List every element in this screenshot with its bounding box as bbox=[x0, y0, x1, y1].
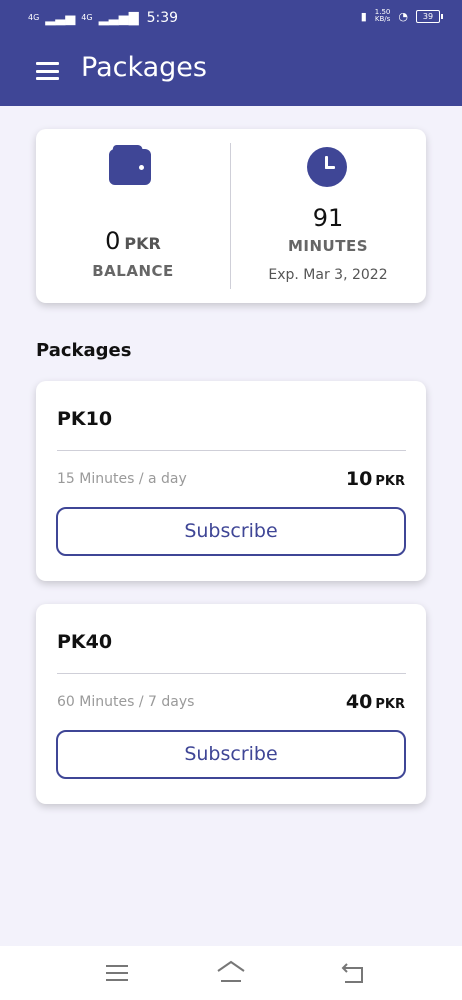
status-time: 5:39 bbox=[146, 10, 179, 26]
package-card: PK10 15 Minutes / a day 10 PKR Subscribe bbox=[36, 381, 426, 581]
package-divider bbox=[57, 673, 406, 674]
page-title: Packages bbox=[81, 52, 207, 83]
clock-icon bbox=[307, 147, 347, 187]
package-price-value: 40 bbox=[345, 691, 373, 713]
system-nav-bar bbox=[0, 946, 462, 1000]
package-card: PK40 60 Minutes / 7 days 40 PKR Subscribe bbox=[36, 604, 426, 804]
battery-icon: 39 bbox=[416, 9, 443, 23]
subscribe-button[interactable]: Subscribe bbox=[56, 507, 406, 556]
back-icon[interactable] bbox=[341, 962, 365, 984]
balance-unit: PKR bbox=[124, 234, 161, 253]
subscribe-button[interactable]: Subscribe bbox=[56, 730, 406, 779]
balance-card: 0 PKR BALANCE 91 MINUTES Exp. Mar 3, 2022 bbox=[36, 129, 426, 303]
app-header: 4G ▂▃▅ 4G ▂▃▅▇ 5:39 ▮ 1.50 KB/s ◔ 39 Pack… bbox=[0, 0, 462, 106]
signal-icon: 4G bbox=[28, 13, 40, 22]
package-price-unit: PKR bbox=[375, 474, 405, 489]
home-icon[interactable] bbox=[216, 960, 246, 984]
package-divider bbox=[57, 450, 406, 451]
wallet-icon bbox=[109, 149, 151, 185]
section-title: Packages bbox=[36, 340, 132, 361]
package-description: 15 Minutes / a day bbox=[57, 471, 187, 487]
balance-value: 0 PKR bbox=[36, 227, 230, 255]
balance-label: BALANCE bbox=[92, 262, 174, 280]
hamburger-menu-icon[interactable] bbox=[36, 62, 59, 80]
wifi-icon: ◔ bbox=[398, 9, 408, 23]
network-speed: 1.50 KB/s bbox=[374, 8, 391, 23]
recent-apps-icon[interactable] bbox=[106, 965, 128, 986]
balance-amount: 0 bbox=[105, 227, 121, 255]
package-price-value: 10 bbox=[345, 468, 373, 490]
minutes-value: 91 bbox=[312, 204, 344, 232]
signal-bars-icon: ▂▃▅ bbox=[45, 10, 76, 26]
package-price-unit: PKR bbox=[375, 697, 405, 712]
minutes-label: MINUTES bbox=[287, 237, 369, 255]
status-bar: 4G ▂▃▅ 4G ▂▃▅▇ 5:39 ▮ 1.50 KB/s ◔ 39 bbox=[0, 0, 462, 36]
signal-icon-2: 4G bbox=[81, 13, 93, 22]
package-description: 60 Minutes / 7 days bbox=[57, 694, 195, 710]
signal-bars-icon-2: ▂▃▅▇ bbox=[98, 10, 139, 26]
minutes-expiry: Exp. Mar 3, 2022 bbox=[268, 267, 388, 283]
vibrate-icon: ▮ bbox=[360, 9, 367, 23]
package-price: 40 PKR bbox=[346, 691, 405, 713]
package-name: PK10 bbox=[57, 408, 113, 430]
package-price: 10 PKR bbox=[346, 468, 405, 490]
package-name: PK40 bbox=[57, 631, 113, 653]
